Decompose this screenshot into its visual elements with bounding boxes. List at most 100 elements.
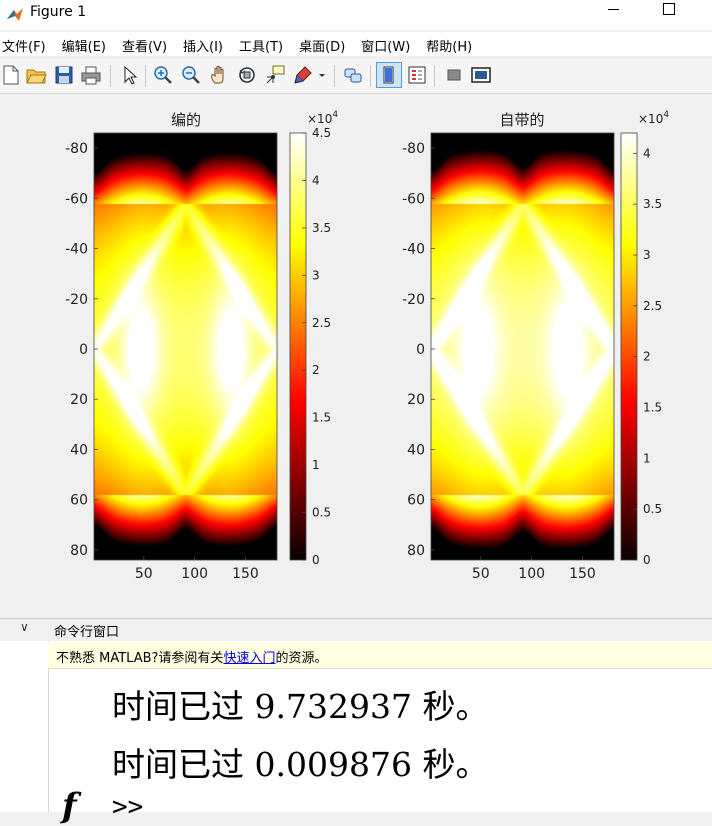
- output-line: 时间已过 9.732937 秒。: [112, 687, 489, 726]
- toolbar-separator: [110, 65, 111, 87]
- x-tick-label: 100: [518, 566, 545, 582]
- command-window-title: 命令行窗口: [54, 625, 120, 640]
- colorbar-tick-label: 0: [643, 553, 651, 567]
- title-bar: Figure 1: [0, 0, 712, 30]
- colorbar-tick-label: 4: [312, 173, 320, 187]
- colorbar-tick-label: 0: [312, 553, 320, 567]
- getting-started-notice: 不熟悉 MATLAB?请参阅有关快速入门的资源。: [48, 642, 712, 669]
- y-tick-label: -60: [402, 191, 425, 207]
- command-prompt[interactable]: >>: [112, 792, 143, 822]
- menu-view[interactable]: 查看(V): [122, 32, 167, 56]
- colorbar-2[interactable]: [620, 132, 638, 561]
- y-tick-label: 80: [70, 543, 88, 559]
- y-tick-label: 0: [79, 342, 88, 358]
- heatmap-1-image: [94, 133, 277, 560]
- hide-plot-tools-icon[interactable]: [443, 64, 465, 86]
- collapse-icon[interactable]: ∨: [20, 620, 29, 634]
- y-tick-label: -60: [65, 191, 88, 207]
- insert-colorbar-icon: [383, 66, 394, 84]
- colorbar-tick-label: 0.5: [643, 502, 662, 516]
- command-window-header: ∨ 命令行窗口: [0, 618, 712, 642]
- colorbar-tick-label: 3.5: [312, 221, 331, 235]
- colorbar-tick-label: 4.5: [312, 126, 331, 140]
- colorbar-tick-label: 2.5: [312, 316, 331, 330]
- rotate-3d-icon[interactable]: [236, 64, 258, 86]
- colorbar-tick-label: 1: [643, 451, 651, 465]
- minimize-icon: [607, 8, 619, 10]
- new-figure-icon[interactable]: [0, 64, 22, 86]
- colorbar-tick-label: 1.5: [312, 411, 331, 425]
- menu-edit[interactable]: 编辑(E): [62, 32, 106, 56]
- y-tick-label: 0: [416, 342, 425, 358]
- toolbar-separator: [370, 65, 371, 87]
- x-tick-label: 100: [181, 566, 208, 582]
- y-tick-label: -20: [402, 292, 425, 308]
- y-tick-label: 80: [407, 543, 425, 559]
- menu-insert[interactable]: 插入(I): [183, 32, 223, 56]
- menu-help[interactable]: 帮助(H): [426, 32, 472, 56]
- maximize-button[interactable]: [646, 0, 692, 30]
- x-tick-label: 150: [569, 566, 596, 582]
- colorbar-tick-label: 2.5: [643, 299, 662, 313]
- minimize-button[interactable]: [590, 0, 636, 30]
- plot1-title: 编的: [171, 111, 201, 129]
- plot2-title: 自带的: [499, 111, 544, 129]
- toolbar-separator: [434, 65, 435, 87]
- colorbar-2-exponent: ×104: [638, 110, 669, 126]
- colorbar-tick-label: 0.5: [312, 506, 331, 520]
- link-plot-icon[interactable]: [342, 64, 364, 86]
- heatmap-plot-1: 编的 -80 -60 -40 -20 0 20 40 60 80 50 100 150 0 0.5 1 1…: [65, 110, 338, 582]
- y-tick-label: -80: [65, 141, 88, 157]
- window-title: Figure 1: [30, 4, 87, 20]
- colorbar-tick-label: 2: [643, 350, 651, 364]
- colorbar-tick-label: 4: [643, 146, 651, 160]
- colorbar-tick-label: 3: [643, 248, 651, 262]
- data-cursor-icon[interactable]: [264, 64, 286, 86]
- colorbar-tick-label: 1.5: [643, 401, 662, 415]
- figure-canvas: 编的 -80 -60 -40 -20 0 20 40 60 80 50 100 150 0 0.5 1 1…: [0, 94, 712, 618]
- pointer-icon[interactable]: [118, 64, 140, 86]
- colorbar-1[interactable]: [289, 132, 307, 561]
- print-icon[interactable]: [80, 64, 102, 86]
- y-tick-label: 60: [407, 493, 425, 509]
- menu-file[interactable]: 文件(F): [2, 32, 46, 56]
- y-tick-label: -20: [65, 292, 88, 308]
- function-browser-icon[interactable]: f: [62, 786, 77, 826]
- open-file-icon[interactable]: [25, 64, 47, 86]
- brush-icon[interactable]: [292, 64, 314, 86]
- y-tick-label: -80: [402, 141, 425, 157]
- quick-start-link[interactable]: 快速入门: [223, 651, 275, 666]
- heatmap-plot-2: 自带的 -80 -60 -40 -20 0 20 40 60 80 50 100 150 0 0.5 1…: [402, 110, 669, 582]
- output-line: 时间已过 0.009876 秒。: [112, 745, 489, 784]
- zoom-in-icon[interactable]: [152, 64, 174, 86]
- insert-legend-icon[interactable]: [406, 64, 428, 86]
- zoom-out-icon[interactable]: [180, 64, 202, 86]
- dropdown-arrow-icon[interactable]: [316, 64, 328, 86]
- colorbar-tick-label: 3.5: [643, 197, 662, 211]
- save-icon[interactable]: [53, 64, 75, 86]
- matlab-logo-icon: [7, 8, 23, 21]
- menu-window[interactable]: 窗口(W): [361, 32, 410, 56]
- plots-svg: 编的 -80-60-40-20020406080 50 100 150 00.511…: [65, 110, 669, 582]
- x-tick-label: 50: [472, 566, 490, 582]
- menu-bar: 文件(F) 编辑(E) 查看(V) 插入(I) 工具(T) 桌面(D) 窗口(W…: [0, 32, 712, 56]
- notice-tail-text: 的资源。: [275, 651, 328, 666]
- figure-toolbar: [0, 59, 712, 94]
- insert-colorbar-button[interactable]: [376, 62, 402, 88]
- menu-desktop[interactable]: 桌面(D): [299, 32, 345, 56]
- colorbar-tick-label: 3: [312, 268, 320, 282]
- toolbar-separator: [334, 65, 335, 87]
- pan-icon[interactable]: [208, 64, 230, 86]
- notice-text: 不熟悉 MATLAB?请参阅有关: [56, 651, 224, 666]
- colorbar-tick-label: 2: [312, 363, 320, 377]
- colorbar-1-exponent: ×104: [307, 110, 338, 126]
- y-tick-label: -40: [402, 242, 425, 258]
- menu-tools[interactable]: 工具(T): [239, 32, 283, 56]
- heatmap-2-image: [431, 133, 614, 560]
- x-tick-label: 50: [135, 566, 153, 582]
- y-tick-label: 40: [70, 442, 88, 458]
- show-plot-tools-icon[interactable]: [470, 64, 492, 86]
- maximize-icon: [663, 3, 675, 15]
- y-tick-label: 20: [70, 392, 88, 408]
- y-tick-label: 20: [407, 392, 425, 408]
